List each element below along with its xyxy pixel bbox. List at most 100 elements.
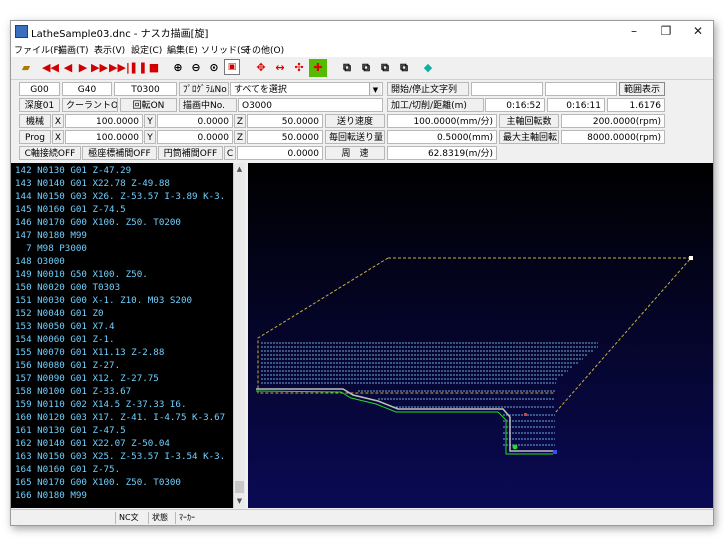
program-no-label: ﾌﾟﾛｸﾞﾗﾑNo [179,82,229,96]
view-3d-3-icon[interactable]: ⧉ [376,59,394,77]
reference-marker [524,413,527,416]
rotation-status: 回転ON [120,98,177,112]
program-select[interactable]: すべてを選択 ▼ [230,82,383,96]
machine-y-label: Y [144,114,156,128]
code-line[interactable]: 153 N0050 G01 X7.4 [15,321,115,332]
code-line[interactable]: 158 N0100 G01 Z-33.67 [15,386,131,397]
range-display-button[interactable]: 範囲表示 [619,82,665,96]
feed-rate-value: 100.0000(mm/分) [387,114,497,128]
prog-label: Prog [19,130,51,144]
app-window: LatheSample03.dnc - ナスカ描画[旋] – ❐ ✕ ファイル(… [10,20,714,526]
zoom-window-icon[interactable]: ▣ [224,59,240,75]
process-time-1: 0:16:52 [485,98,545,112]
coolant-status: クーラントOFF [62,98,118,112]
process-label: 加工/切削/距離(m) [387,98,484,112]
process-distance: 1.6176 [607,98,665,112]
machine-label: 機械 [19,114,51,128]
code-line[interactable]: 166 N0180 M99 [15,490,87,501]
rewind-icon[interactable]: ◀◀ [41,59,59,77]
code-line[interactable]: 142 N0130 G01 Z-47.29 [15,165,131,176]
code-line[interactable]: 148 O3000 [15,256,65,267]
code-line[interactable]: 162 N0140 G01 X22.07 Z-50.04 [15,438,170,449]
code-line[interactable]: 144 N0150 G03 X26. Z-53.57 I-3.89 K-3. [15,191,225,202]
program-select-value: すべてを選択 [234,85,287,95]
code-line[interactable]: 165 N0170 G00 X100. Z50. T0300 [15,477,181,488]
pause-icon[interactable]: ❚❚ [128,59,147,77]
skip-end-icon[interactable]: ▶▶| [108,59,130,77]
status-marker: ﾏｰｶｰ [175,512,209,524]
view-3d-2-icon[interactable]: ⧉ [357,59,375,77]
toolpath-canvas [248,163,713,508]
minimize-button[interactable]: – [619,22,649,40]
spindle-speed-label: 主軸回転数 [499,114,559,128]
menu-edit[interactable]: 編集(E) [167,43,198,56]
code-line[interactable]: 143 N0140 G01 X22.78 Z-49.88 [15,178,170,189]
code-line[interactable]: 164 N0160 G01 Z-75. [15,464,120,475]
code-line[interactable]: 155 N0070 G01 X11.13 Z-2.88 [15,347,164,358]
origin-icon[interactable]: ✚ [309,59,327,77]
code-line[interactable]: 154 N0060 G01 Z-1. [15,334,115,345]
code-line[interactable]: 146 N0170 G00 X100. Z50. T0200 [15,217,181,228]
move-icon[interactable]: ✥ [252,59,270,77]
view-3d-4-icon[interactable]: ⧉ [395,59,413,77]
stop-icon[interactable]: ■ [145,59,163,77]
start-stop-input-1[interactable] [471,82,543,96]
code-line[interactable]: 161 N0130 G01 Z-47.5 [15,425,126,436]
surface-speed-label: 周 速 [325,146,385,160]
status-nc: NC文 [115,512,149,524]
scroll-up-icon[interactable]: ▲ [234,164,245,175]
code-line[interactable]: 7 M98 P3000 [15,243,87,254]
pan-horizontal-icon[interactable]: ↔ [271,59,289,77]
menu-file[interactable]: ファイル(F) [14,43,62,56]
tool-number: T0300 [114,82,177,96]
menu-other[interactable]: その他(O) [243,43,284,56]
nc-code-list[interactable]: 142 N0130 G01 Z-47.29 143 N0140 G01 X22.… [11,163,244,508]
menu-settings[interactable]: 設定(C) [131,43,162,56]
title-bar[interactable]: LatheSample03.dnc - ナスカ描画[旋] – ❐ ✕ [11,21,713,41]
code-line[interactable]: 152 N0040 G01 Z0 [15,308,104,319]
chevron-down-icon[interactable]: ▼ [369,83,381,95]
scroll-down-icon[interactable]: ▼ [234,496,245,507]
code-line[interactable]: 163 N0150 G03 X25. Z-53.57 I-3.54 K-3. [15,451,225,462]
code-line[interactable]: 157 N0090 G01 X12. Z-27.75 [15,373,159,384]
g-code-motion: G00 [19,82,60,96]
code-line[interactable]: 147 N0180 M99 [15,230,87,241]
maximize-button[interactable]: ❐ [651,22,681,40]
fast-forward-icon[interactable]: ▶▶ [90,59,108,77]
feed-per-rev-value: 0.5000(mm) [387,130,497,144]
code-line[interactable]: 156 N0080 G01 Z-27. [15,360,120,371]
max-spindle-label: 最大主軸回転 [499,130,559,144]
menu-draw[interactable]: 描画(T) [58,43,89,56]
feed-per-rev-label: 毎回転送り量 [325,130,385,144]
status-bar: NC文 状態 ﾏｰｶｰ [11,509,713,525]
code-scrollbar[interactable]: ▲ ▼ [233,163,245,508]
open-icon[interactable]: ▰ [17,59,35,77]
zoom-in-icon[interactable]: ⊕ [169,59,187,77]
c-axis-status: C軸接続OFF [19,146,81,160]
toolpath-viewport[interactable] [248,163,713,508]
code-line[interactable]: 150 N0020 G00 T0303 [15,282,120,293]
c-axis-label: C [224,146,236,160]
pan-vertical-icon[interactable]: ✣ [290,59,308,77]
menu-view[interactable]: 表示(V) [94,43,125,56]
g-code-comp: G40 [62,82,112,96]
code-line[interactable]: 149 N0010 G50 X100. Z50. [15,269,148,280]
machine-x-label: X [52,114,64,128]
code-line[interactable]: 160 N0120 G03 X17. Z-41. I-4.75 K-3.67 [15,412,225,423]
code-line[interactable]: 145 N0160 G01 Z-74.5 [15,204,126,215]
zoom-fit-icon[interactable]: ⊙ [205,59,223,77]
prog-x-value: 100.0000 [65,130,143,144]
scroll-thumb[interactable] [235,481,244,493]
close-button[interactable]: ✕ [683,22,713,40]
start-stop-label: 開始/停止文字列 [387,82,469,96]
zoom-out-icon[interactable]: ⊖ [187,59,205,77]
code-line[interactable]: 159 N0110 G02 X14.5 Z-37.33 I6. [15,399,186,410]
code-line[interactable]: 151 N0030 G00 X-1. Z10. M03 S200 [15,295,192,306]
start-stop-input-2[interactable] [545,82,617,96]
view-3d-1-icon[interactable]: ⧉ [338,59,356,77]
menu-bar: ファイル(F) 描画(T) 表示(V) 設定(C) 編集(E) ソリッド(S) … [11,41,713,57]
toolbar: ▰ ◀◀ ◀ ▶ ▶▶ ▶▶| ❚❚ ■ ⊕ ⊖ ⊙ ▣ ✥ ↔ ✣ ✚ ⧉ ⧉… [11,57,713,80]
solid-toggle-icon[interactable]: ◆ [419,59,437,77]
tool-position-marker [512,444,518,450]
viewport-background [248,163,713,508]
